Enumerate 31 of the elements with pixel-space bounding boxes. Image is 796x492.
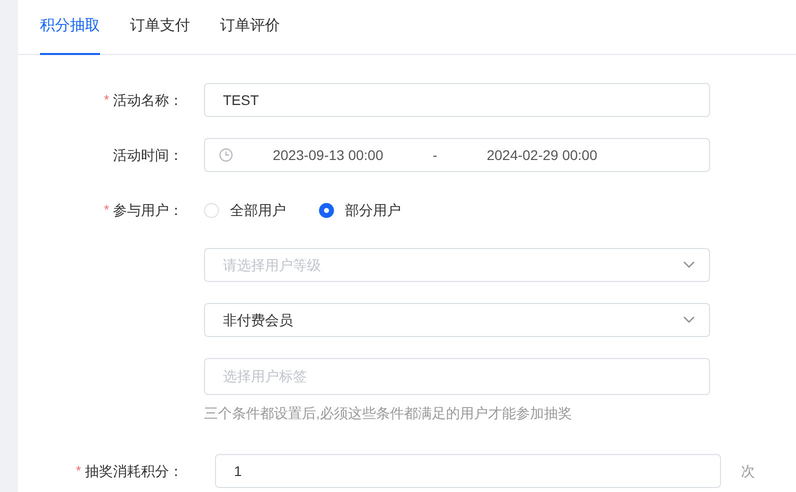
- field-label: 活动时间：: [113, 146, 183, 164]
- clock-icon: [219, 148, 233, 162]
- chevron-down-icon: [683, 261, 695, 269]
- radio-label[interactable]: 部分用户: [345, 200, 401, 220]
- radio-button[interactable]: [319, 202, 334, 218]
- unit-label: 次: [741, 462, 755, 480]
- date-range-field[interactable]: 2023-09-13 00:00 - 2024-02-29 00:00: [204, 138, 710, 172]
- tab[interactable]: 订单支付: [130, 0, 190, 55]
- input-field[interactable]: 1: [215, 454, 721, 488]
- select-placeholder: 请选择用户等级: [223, 256, 321, 274]
- radio-button[interactable]: [204, 202, 219, 218]
- field-label: 抽奖消耗积分：: [85, 462, 183, 480]
- field-label: 参与用户：: [113, 200, 183, 220]
- required-mark: *: [104, 201, 109, 220]
- select-dropdown[interactable]: 非付费会员: [204, 303, 710, 337]
- radio-label[interactable]: 全部用户: [230, 200, 286, 220]
- hint-text: 三个条件都设置后,必须这些条件都满足的用户才能参加抽奖: [204, 404, 573, 423]
- chevron-down-icon: [683, 316, 695, 324]
- field-label: 活动名称：: [113, 90, 183, 110]
- start-date: 2023-09-13 00:00: [272, 146, 384, 164]
- input-placeholder: 选择用户标签: [223, 367, 307, 386]
- required-mark: *: [76, 462, 81, 480]
- tab[interactable]: 积分抽取: [40, 0, 100, 55]
- select-value: 非付费会员: [223, 310, 293, 330]
- input-value: 1: [234, 462, 242, 480]
- required-mark: *: [104, 91, 109, 110]
- end-date: 2024-02-29 00:00: [486, 146, 598, 164]
- range-separator: -: [432, 146, 438, 164]
- input-value: TEST: [223, 90, 259, 110]
- tab[interactable]: 订单评价: [220, 0, 280, 55]
- input-field[interactable]: TEST: [204, 83, 710, 117]
